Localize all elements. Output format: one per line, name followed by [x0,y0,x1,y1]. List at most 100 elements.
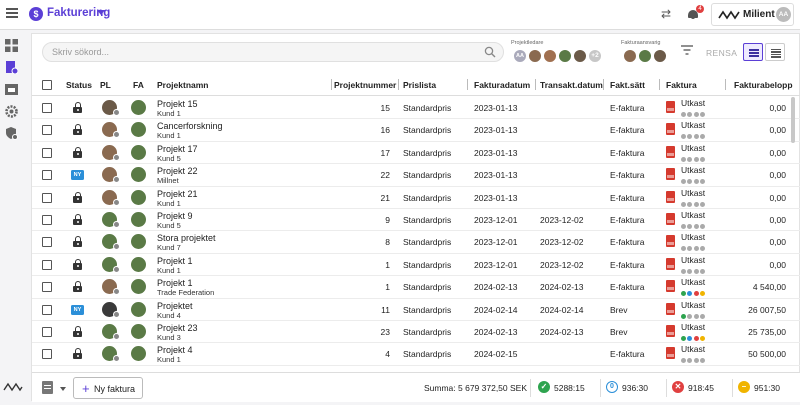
avatar[interactable] [638,49,652,63]
pdf-icon[interactable] [666,347,675,360]
row-checkbox[interactable] [42,327,52,337]
avatar[interactable] [528,49,542,63]
swap-icon[interactable]: ⇄ [661,7,671,21]
row-checkbox[interactable] [42,349,52,360]
project-name[interactable]: Projekt 4 [157,345,193,355]
menu-icon[interactable] [6,8,18,20]
user-menu[interactable]: Milient AA [711,3,794,26]
col-faktura[interactable]: Faktura [666,80,697,90]
col-projektnamn[interactable]: Projektnamn [157,80,209,90]
project-name[interactable]: Projekt 23 [157,323,198,333]
project-name[interactable]: Projekt 9 [157,211,193,221]
pdf-icon[interactable] [666,123,675,136]
admin-icon[interactable] [5,127,18,140]
col-pl[interactable]: PL [100,80,111,90]
avatar[interactable] [131,122,146,138]
pdf-icon[interactable] [666,213,675,225]
table-row[interactable]: Cancerforskning Kund 1 16 Standardpris 2023-… [32,119,800,142]
avatar[interactable] [131,189,146,205]
avatar[interactable] [131,234,146,250]
avatar[interactable] [131,167,146,183]
table-row[interactable]: Projekt 23 Kund 3 23 Standardpris 2024-02-13… [32,321,800,344]
col-status[interactable]: Status [66,80,92,90]
row-checkbox[interactable] [42,170,52,181]
scrollbar[interactable] [791,97,795,143]
avatar[interactable] [131,324,146,339]
list-view-button[interactable] [765,43,785,61]
project-name[interactable]: Cancerforskning [157,121,223,131]
project-name[interactable]: Projekt 1 [157,256,193,266]
pdf-icon[interactable] [666,145,675,158]
compact-view-button[interactable] [743,43,763,61]
avatar[interactable] [131,279,146,295]
avatar[interactable] [131,346,146,362]
pdf-icon[interactable] [666,280,675,293]
table-row[interactable]: NY Projekt 22 Millnet 22 Standardpris 2023-01… [32,164,800,187]
row-checkbox[interactable] [42,215,52,225]
search-input[interactable]: Skriv sökord... [42,42,504,62]
project-name[interactable]: Stora projektet [157,233,216,243]
row-checkbox[interactable] [42,282,52,293]
row-checkbox[interactable] [42,147,52,158]
avatar[interactable] [131,212,146,227]
new-invoice-button[interactable]: + Ny faktura [73,377,143,399]
avatar[interactable] [131,100,146,115]
project-name[interactable]: Projektet [157,301,193,311]
table-row[interactable]: Stora projektet Kund 7 8 Standardpris 2023-1… [32,231,800,254]
chevron-down-icon[interactable] [60,387,66,391]
col-fa[interactable]: FA [133,80,144,90]
avatar[interactable] [653,49,667,63]
project-name[interactable]: Projekt 21 [157,189,198,199]
avatar[interactable] [573,49,587,63]
project-name[interactable]: Projekt 1 [157,278,193,288]
filter-icon[interactable] [681,45,693,55]
table-row[interactable]: NY Projektet Kund 4 11 Standardpris 2024-02-1… [32,299,800,321]
chevron-down-icon[interactable] [97,10,105,15]
col-transaktdatum[interactable]: Transakt.datum [540,80,603,90]
pdf-icon[interactable] [666,190,675,203]
table-row[interactable]: Projekt 1 Kund 1 1 Standardpris 2023-12-01 20… [32,254,800,277]
col-fakturadatum[interactable]: Fakturadatum [474,80,530,90]
avatar[interactable] [558,49,572,63]
avatar[interactable] [543,49,557,63]
avatar[interactable]: AA [513,49,527,63]
col-projektnummer[interactable]: Projektnummer [334,80,396,90]
table-row[interactable]: Projekt 4 Kund 1 4 Standardpris 2024-02-15 E-… [32,343,800,366]
more-count-badge[interactable]: +2 [588,49,602,63]
row-checkbox[interactable] [42,304,52,315]
document-icon[interactable] [42,381,53,394]
calendar-icon[interactable] [5,83,18,96]
col-fakturabelopp[interactable]: Fakturabelopp [734,80,793,90]
pdf-icon[interactable] [666,168,675,181]
table-row[interactable]: Projekt 21 Kund 1 21 Standardpris 2023-01-13… [32,187,800,209]
pdf-icon[interactable] [666,101,675,113]
gear-icon[interactable] [5,105,18,118]
pdf-icon[interactable] [666,302,675,315]
row-checkbox[interactable] [42,192,52,203]
row-checkbox[interactable] [42,103,52,113]
row-checkbox[interactable] [42,237,52,248]
dashboard-icon[interactable] [5,39,18,52]
project-name[interactable]: Projekt 17 [157,144,198,154]
avatar[interactable] [131,256,146,272]
table-row[interactable]: Projekt 1 Trade Federation 1 Standardpris 20… [32,276,800,299]
avatar[interactable]: AA [776,7,791,22]
table-row[interactable]: Projekt 17 Kund 5 17 Standardpris 2023-01-13… [32,142,800,165]
row-checkbox[interactable] [42,125,52,136]
clear-filters-button[interactable]: RENSA [706,48,737,58]
col-faktsatt[interactable]: Fakt.sätt [610,80,645,90]
project-name[interactable]: Projekt 15 [157,99,198,109]
table-row[interactable]: Projekt 15 Kund 1 15 Standardpris 2023-01-13… [32,97,800,120]
avatar[interactable] [131,144,146,160]
avatar[interactable] [131,301,146,317]
table-row[interactable]: Projekt 9 Kund 5 9 Standardpris 2023-12-01 20… [32,209,800,232]
pdf-icon[interactable] [666,235,675,248]
row-checkbox[interactable] [42,259,52,270]
invoice-icon[interactable] [5,61,18,74]
select-all-checkbox[interactable] [42,80,52,90]
search-icon[interactable] [484,46,496,58]
pdf-icon[interactable] [666,257,675,270]
project-name[interactable]: Projekt 22 [157,166,198,176]
avatar[interactable] [623,49,637,63]
pdf-icon[interactable] [666,325,675,337]
